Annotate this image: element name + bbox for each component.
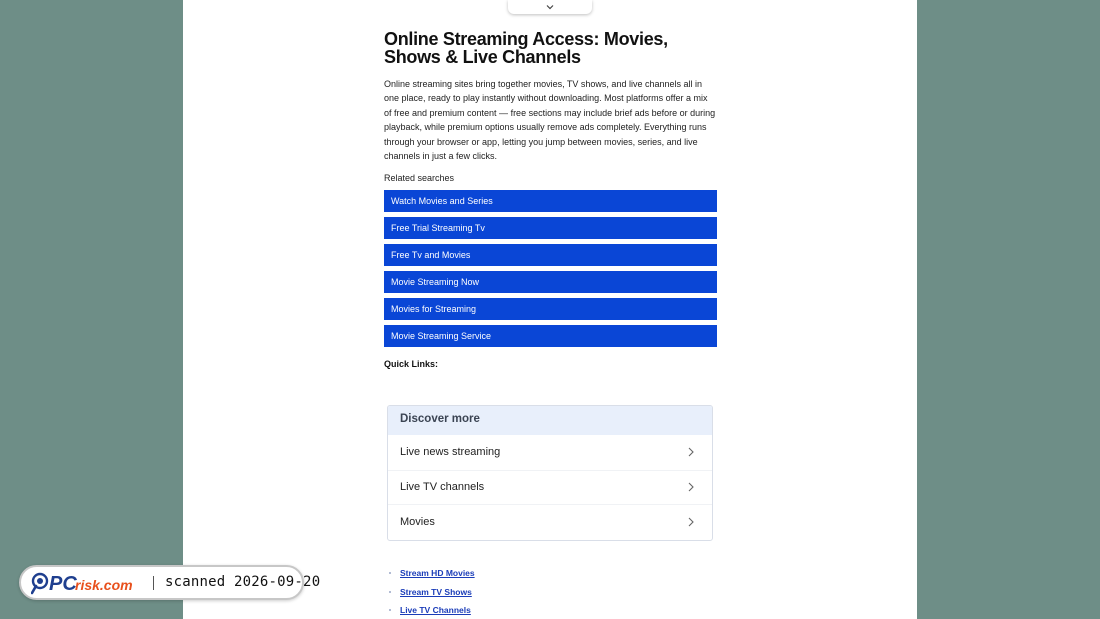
article-content: Online Streaming Access: Movies, Shows &…	[384, 30, 717, 370]
discover-item[interactable]: Live TV channels	[388, 469, 712, 505]
list-item: Stream TV Shows	[389, 583, 475, 602]
bullet-icon	[389, 609, 391, 612]
bullet-icon	[389, 572, 391, 575]
discover-item-label: Live TV channels	[400, 481, 485, 494]
list-item: Live TV Channels	[389, 601, 475, 619]
chevron-right-icon	[688, 482, 694, 492]
svg-text:PC: PC	[49, 573, 77, 595]
quick-links-heading: Quick Links:	[384, 359, 439, 370]
related-search-button[interactable]: Movie Streaming Now	[384, 271, 717, 294]
chevron-right-icon	[688, 517, 694, 527]
collapse-toggle[interactable]	[508, 0, 592, 14]
quick-link[interactable]: Live TV Channels	[400, 601, 471, 619]
related-search-button[interactable]: Watch Movies and Series	[384, 190, 717, 213]
quick-link[interactable]: Stream HD Movies	[400, 564, 475, 583]
discover-item[interactable]: Live news streaming	[388, 435, 712, 470]
related-search-button[interactable]: Movies for Streaming	[384, 298, 717, 321]
discover-item-label: Live news streaming	[400, 446, 501, 459]
bullet-icon	[389, 590, 391, 593]
intro-paragraph: Online streaming sites bring together mo…	[384, 79, 716, 162]
scan-badge: PC risk.com scanned 2026-09-20	[19, 565, 320, 600]
page-title: Online Streaming Access: Movies, Shows &…	[384, 29, 668, 67]
quick-link[interactable]: Stream TV Shows	[400, 583, 472, 602]
chevron-down-icon	[546, 4, 554, 10]
pcrisk-logo: PC risk.com	[31, 572, 133, 595]
discover-item-label: Movies	[400, 515, 435, 528]
scan-date-text: scanned 2026-09-20	[165, 574, 321, 590]
svg-text:risk.com: risk.com	[75, 577, 133, 593]
related-search-button[interactable]: Free Trial Streaming Tv	[384, 217, 717, 240]
discover-item[interactable]: Movies	[388, 504, 712, 539]
discover-more-panel: Discover more Live news streaming Live T…	[387, 405, 713, 541]
related-search-button[interactable]: Free Tv and Movies	[384, 244, 717, 267]
related-searches-heading: Related searches	[384, 173, 455, 184]
badge-divider	[153, 576, 154, 590]
chevron-right-icon	[688, 447, 694, 457]
related-search-button[interactable]: Movie Streaming Service	[384, 325, 717, 348]
quick-links-list: Stream HD Movies Stream TV Shows Live TV…	[389, 564, 475, 619]
discover-more-title: Discover more	[388, 406, 712, 435]
related-searches-list: Watch Movies and Series Free Trial Strea…	[384, 190, 717, 348]
list-item: Stream HD Movies	[389, 564, 475, 583]
